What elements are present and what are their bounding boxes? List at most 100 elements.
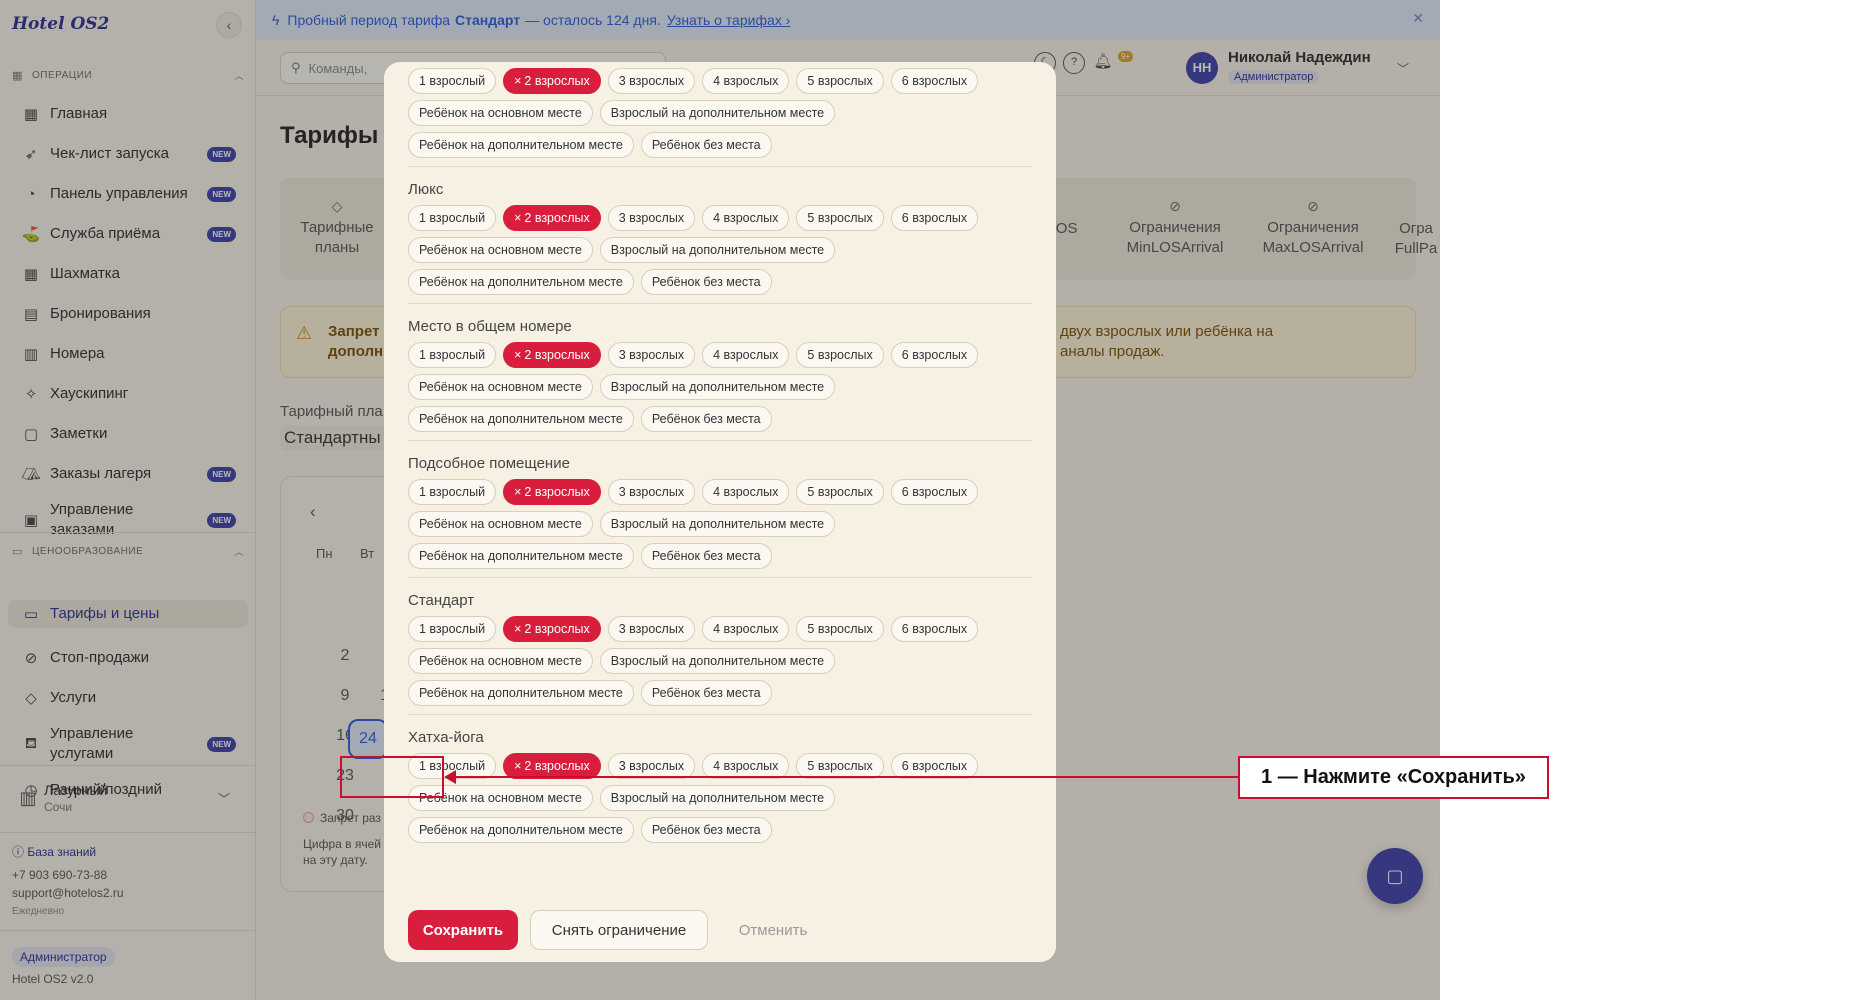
occupancy-chip-selected[interactable]: × 2 взрослых bbox=[503, 342, 601, 368]
save-button[interactable]: Сохранить bbox=[408, 910, 518, 950]
chip-label: Ребёнок на дополнительном месте bbox=[419, 686, 623, 700]
occupancy-chip[interactable]: 6 взрослых bbox=[890, 616, 979, 642]
occupancy-chip[interactable]: Ребёнок на основном месте bbox=[408, 100, 593, 126]
app-window: Hotel OS2 ‹ ▦ ОПЕРАЦИИ ︿ ▦ Главная ➶ Чек-ли… bbox=[0, 0, 1440, 1000]
chip-label: Ребёнок без места bbox=[651, 412, 761, 426]
room-type-title: Подсобное помещение bbox=[408, 455, 570, 472]
occupancy-chip[interactable]: 6 взрослых bbox=[890, 205, 979, 231]
occupancy-chip[interactable]: Взрослый на дополнительном месте bbox=[599, 374, 836, 400]
chip-label: Ребёнок без места bbox=[651, 275, 761, 289]
chip-label: 1 взрослый bbox=[419, 622, 486, 636]
occupancy-chip[interactable]: Ребёнок без места bbox=[640, 680, 772, 706]
chip-label: Взрослый на дополнительном месте bbox=[610, 654, 825, 668]
chip-label: 2 взрослых bbox=[524, 74, 590, 88]
remove-icon: × bbox=[514, 759, 522, 773]
occupancy-chip[interactable]: 4 взрослых bbox=[702, 68, 790, 94]
occupancy-chip[interactable]: 1 взрослый bbox=[408, 68, 497, 94]
occupancy-chip[interactable]: 5 взрослых bbox=[796, 205, 884, 231]
occupancy-chip[interactable]: 1 взрослый bbox=[408, 205, 497, 231]
annotation-line bbox=[455, 776, 1238, 778]
chip-label: 2 взрослых bbox=[524, 485, 590, 499]
chip-label: Взрослый на дополнительном месте bbox=[610, 106, 825, 120]
occupancy-chip[interactable]: Ребёнок на дополнительном месте bbox=[408, 269, 634, 295]
room-type-group: Хатха-йога 1 взрослый × 2 взрослых 3 взрослы… bbox=[408, 729, 1032, 851]
room-type-group: Люкс 1 взрослый × 2 взрослых 3 взрослых 4 взр… bbox=[408, 181, 1032, 304]
occupancy-chip-list: 1 взрослый × 2 взрослых 3 взрослых 4 взрослы… bbox=[408, 479, 1032, 569]
occupancy-chip[interactable]: Ребёнок без места bbox=[640, 406, 772, 432]
chip-label: 3 взрослых bbox=[618, 622, 685, 636]
occupancy-chip[interactable]: Ребёнок без места bbox=[640, 132, 772, 158]
chip-label: Взрослый на дополнительном месте bbox=[610, 791, 825, 805]
occupancy-chip[interactable]: Ребёнок без места bbox=[640, 817, 772, 843]
occupancy-chip[interactable]: Взрослый на дополнительном месте bbox=[599, 100, 836, 126]
occupancy-chip[interactable]: Взрослый на дополнительном месте bbox=[599, 648, 836, 674]
occupancy-chip[interactable]: 1 взрослый bbox=[408, 479, 497, 505]
occupancy-chip[interactable]: Ребёнок на дополнительном месте bbox=[408, 543, 634, 569]
occupancy-chip[interactable]: 3 взрослых bbox=[607, 342, 696, 368]
chip-label: 4 взрослых bbox=[713, 485, 779, 499]
room-type-title: Люкс bbox=[408, 181, 444, 198]
chip-label: 3 взрослых bbox=[618, 74, 685, 88]
occupancy-chip[interactable]: 5 взрослых bbox=[796, 616, 884, 642]
occupancy-chip[interactable]: 5 взрослых bbox=[796, 479, 884, 505]
occupancy-chip[interactable]: Ребёнок без места bbox=[640, 543, 772, 569]
occupancy-chip[interactable]: 6 взрослых bbox=[890, 479, 979, 505]
occupancy-chip-selected[interactable]: × 2 взрослых bbox=[503, 479, 601, 505]
screenshot-stage: Hotel OS2 ‹ ▦ ОПЕРАЦИИ ︿ ▦ Главная ➶ Чек-ли… bbox=[0, 0, 1854, 1000]
occupancy-chip[interactable]: 6 взрослых bbox=[890, 342, 979, 368]
occupancy-chip-selected[interactable]: × 2 взрослых bbox=[503, 68, 601, 94]
occupancy-chip[interactable]: 4 взрослых bbox=[702, 342, 790, 368]
remove-icon: × bbox=[514, 211, 522, 225]
occupancy-chip[interactable]: 5 взрослых bbox=[796, 342, 884, 368]
occupancy-chip[interactable]: Взрослый на дополнительном месте bbox=[599, 785, 836, 811]
chip-label: 6 взрослых bbox=[901, 211, 968, 225]
occupancy-chip-selected[interactable]: × 2 взрослых bbox=[503, 616, 601, 642]
occupancy-chip[interactable]: 4 взрослых bbox=[702, 479, 790, 505]
chip-label: 4 взрослых bbox=[713, 211, 779, 225]
occupancy-chip[interactable]: Взрослый на дополнительном месте bbox=[599, 511, 836, 537]
occupancy-chip[interactable]: Ребёнок на дополнительном месте bbox=[408, 406, 634, 432]
remove-icon: × bbox=[514, 348, 522, 362]
occupancy-chip[interactable]: Ребёнок без места bbox=[640, 269, 772, 295]
occupancy-chip[interactable]: 3 взрослых bbox=[607, 205, 696, 231]
occupancy-chip[interactable]: Ребёнок на основном месте bbox=[408, 648, 593, 674]
occupancy-chip[interactable]: 4 взрослых bbox=[702, 205, 790, 231]
chip-label: 1 взрослый bbox=[419, 485, 486, 499]
chip-label: 3 взрослых bbox=[618, 759, 685, 773]
chip-label: 4 взрослых bbox=[713, 759, 779, 773]
occupancy-chip[interactable]: Ребёнок на основном месте bbox=[408, 511, 593, 537]
chip-label: 2 взрослых bbox=[524, 622, 590, 636]
occupancy-chip[interactable]: 6 взрослых bbox=[890, 68, 979, 94]
occupancy-chip[interactable]: 3 взрослых bbox=[607, 479, 696, 505]
occupancy-chip-selected[interactable]: × 2 взрослых bbox=[503, 205, 601, 231]
cancel-button[interactable]: Отменить bbox=[718, 910, 828, 950]
room-type-title: Хатха-йога bbox=[408, 729, 484, 746]
occupancy-chip[interactable]: 1 взрослый bbox=[408, 342, 497, 368]
restriction-modal: 1 взрослый × 2 взрослых 3 взрослых 4 взрослы… bbox=[384, 62, 1056, 962]
chip-label: 4 взрослых bbox=[713, 622, 779, 636]
chip-label: 1 взрослый bbox=[419, 74, 486, 88]
occupancy-chip[interactable]: 4 взрослых bbox=[702, 616, 790, 642]
chip-label: 6 взрослых bbox=[901, 348, 968, 362]
occupancy-chip[interactable]: Ребёнок на дополнительном месте bbox=[408, 132, 634, 158]
remove-icon: × bbox=[514, 485, 522, 499]
occupancy-chip[interactable]: Взрослый на дополнительном месте bbox=[599, 237, 836, 263]
chip-label: 5 взрослых bbox=[807, 211, 873, 225]
occupancy-chip[interactable]: 3 взрослых bbox=[607, 616, 696, 642]
chip-label: 3 взрослых bbox=[618, 211, 685, 225]
remove-icon: × bbox=[514, 622, 522, 636]
occupancy-chip[interactable]: Ребёнок на основном месте bbox=[408, 237, 593, 263]
occupancy-chip[interactable]: Ребёнок на основном месте bbox=[408, 374, 593, 400]
chip-label: 1 взрослый bbox=[419, 211, 486, 225]
occupancy-chip[interactable]: 1 взрослый bbox=[408, 616, 497, 642]
chip-label: Взрослый на дополнительном месте bbox=[610, 517, 825, 531]
occupancy-chip[interactable]: 3 взрослых bbox=[607, 68, 696, 94]
chip-label: 6 взрослых bbox=[901, 759, 968, 773]
chip-label: 5 взрослых bbox=[807, 74, 873, 88]
occupancy-chip[interactable]: Ребёнок на дополнительном месте bbox=[408, 680, 634, 706]
chip-label: Ребёнок без места bbox=[651, 549, 761, 563]
remove-restriction-button[interactable]: Снять ограничение bbox=[530, 910, 708, 950]
chip-label: Ребёнок на дополнительном месте bbox=[419, 412, 623, 426]
occupancy-chip[interactable]: Ребёнок на дополнительном месте bbox=[408, 817, 634, 843]
occupancy-chip[interactable]: 5 взрослых bbox=[796, 68, 884, 94]
